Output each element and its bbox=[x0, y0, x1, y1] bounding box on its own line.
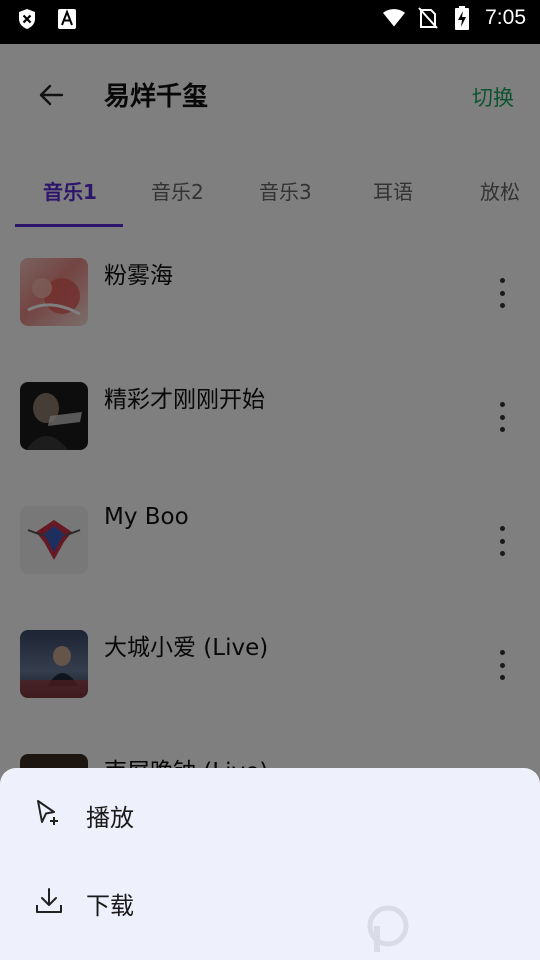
wifi-icon bbox=[383, 7, 406, 29]
watermark-logo bbox=[364, 896, 534, 954]
font-a-icon bbox=[56, 8, 78, 30]
play-option[interactable]: 播放 bbox=[0, 772, 540, 852]
play-label: 播放 bbox=[86, 804, 134, 832]
play-cursor-icon bbox=[34, 798, 64, 828]
download-label: 下载 bbox=[86, 892, 134, 920]
download-icon bbox=[34, 886, 64, 916]
shield-x-icon bbox=[16, 8, 38, 30]
status-bar: 7:05 bbox=[0, 0, 540, 44]
battery-charging-icon bbox=[451, 6, 473, 30]
no-sim-icon bbox=[417, 7, 439, 29]
status-time: 7:05 bbox=[485, 6, 526, 29]
bottom-sheet: 播放 下载 bbox=[0, 768, 540, 960]
